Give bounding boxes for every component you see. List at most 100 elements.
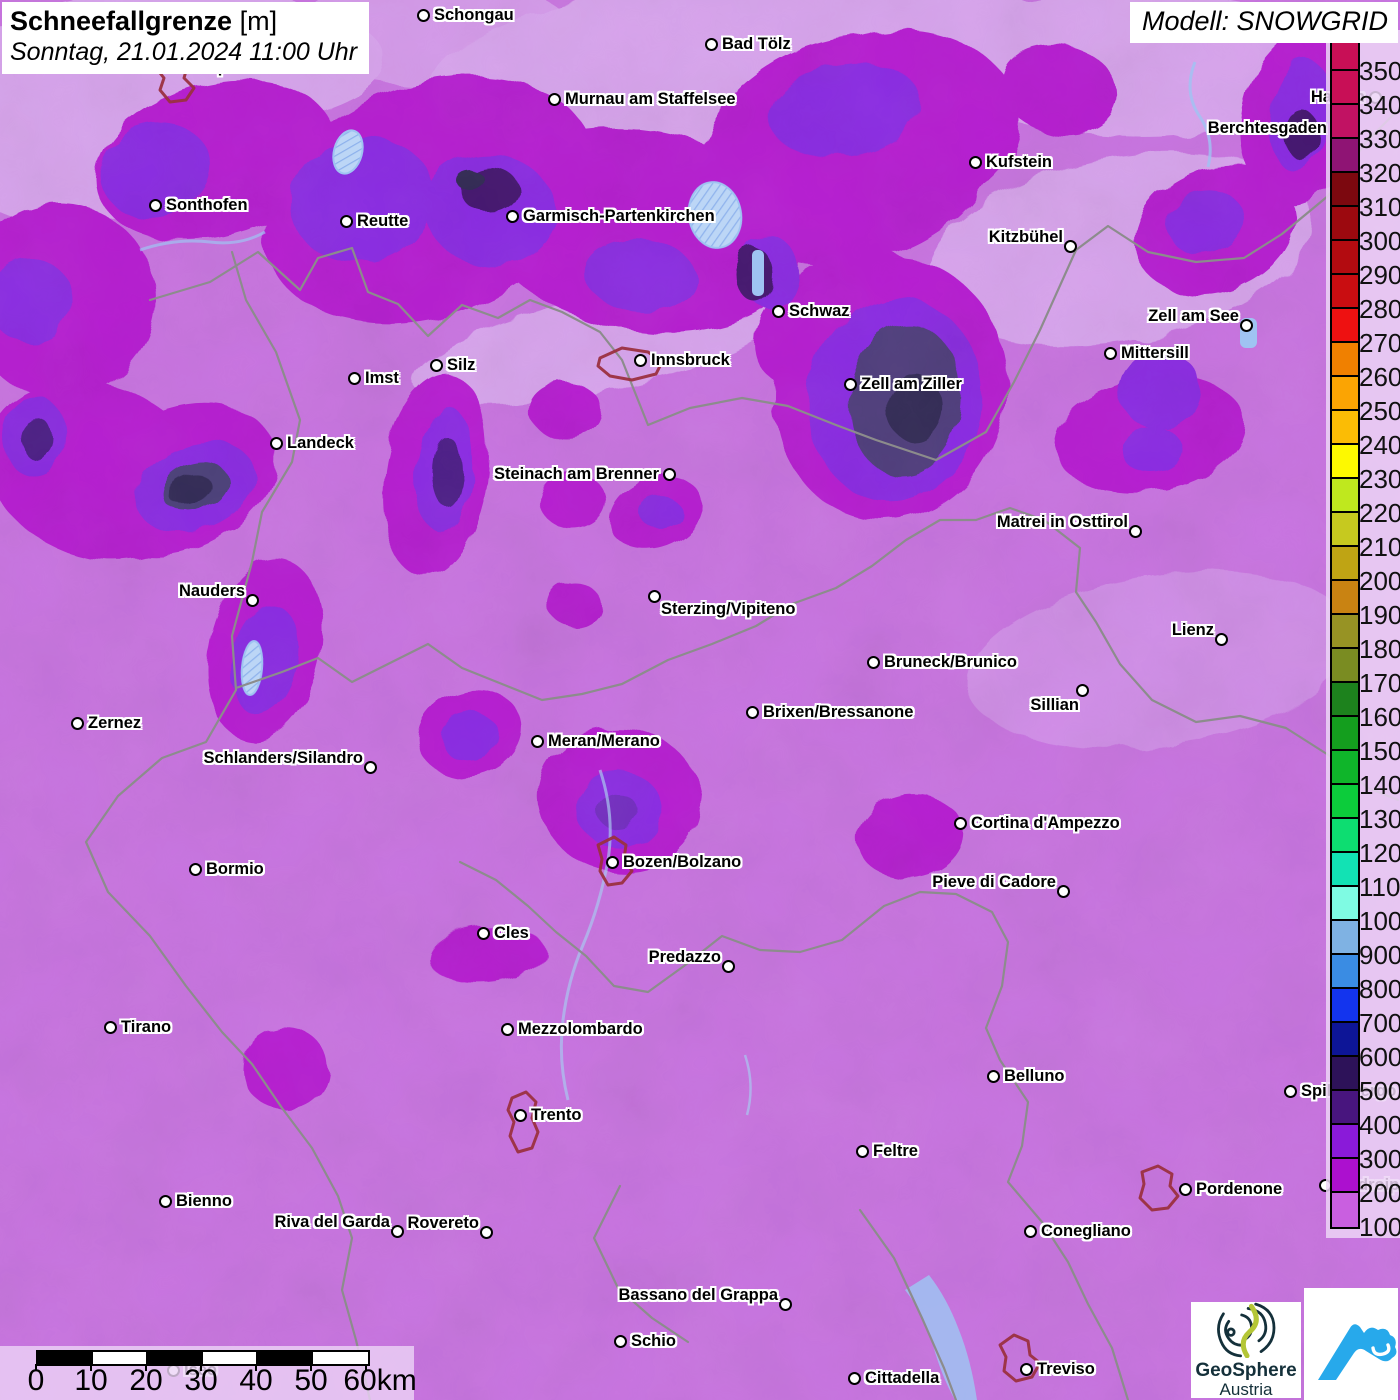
city-label: Nauders	[178, 582, 245, 600]
legend-value-1000: 1000	[1359, 906, 1400, 936]
legend-value-1600: 1600	[1359, 702, 1400, 732]
city-label: Trento	[531, 1106, 582, 1124]
city-label: Sonthofen	[166, 196, 248, 214]
legend-value-2900: 2900	[1359, 260, 1400, 290]
city-marker-dot	[246, 594, 259, 607]
legend-segment-26	[1332, 921, 1358, 955]
legend-segment-10	[1332, 377, 1358, 411]
city-label: Pordenone	[1196, 1180, 1283, 1198]
city-label: Murnau am Staffelsee	[565, 90, 736, 108]
city-label: Bienno	[176, 1192, 232, 1210]
city-label: Silz	[447, 356, 476, 374]
city-marker-dot	[104, 1021, 117, 1034]
legend-segment-22	[1332, 785, 1358, 819]
legend-segment-19	[1332, 683, 1358, 717]
legend-segment-25	[1332, 887, 1358, 921]
legend-value-2100: 2100	[1359, 532, 1400, 562]
legend-segment-24	[1332, 853, 1358, 887]
scale-label-0: 0	[27, 1364, 45, 1397]
legend-segment-9	[1332, 343, 1358, 377]
legend-value-700: 700	[1359, 1008, 1400, 1038]
legend-color-bar	[1330, 35, 1360, 1229]
city-marker-dot	[430, 359, 443, 372]
city-label: Pieve di Cadore	[932, 873, 1056, 891]
city-label: Treviso	[1037, 1360, 1095, 1378]
legend-segment-4	[1332, 173, 1358, 207]
city-label: Sillian	[1030, 696, 1079, 714]
geosphere-logo: GeoSphere Austria	[1191, 1302, 1301, 1399]
legend-segment-27	[1332, 955, 1358, 989]
city-label: Feltre	[873, 1142, 918, 1160]
legend-segment-28	[1332, 989, 1358, 1023]
legend-segment-13	[1332, 479, 1358, 513]
scale-cell-3	[203, 1352, 258, 1364]
legend-value-1300: 1300	[1359, 804, 1400, 834]
city-label: Schio	[631, 1332, 676, 1350]
city-marker-dot	[531, 735, 544, 748]
city-label: Predazzo	[648, 948, 721, 966]
legend-value-2200: 2200	[1359, 498, 1400, 528]
city-marker-dot	[514, 1109, 527, 1122]
city-marker-dot	[746, 706, 759, 719]
city-label: Bormio	[206, 860, 264, 878]
city-label: Berchtesgaden	[1207, 119, 1327, 137]
city-label: Zernez	[88, 714, 142, 732]
geosphere-logo-country: Austria	[1219, 1380, 1273, 1399]
city-marker-dot	[348, 372, 361, 385]
legend-value-3500: 3500	[1359, 56, 1400, 86]
legend-segment-12	[1332, 445, 1358, 479]
city-marker-dot	[1024, 1225, 1037, 1238]
city-label: Kufstein	[986, 153, 1052, 171]
legend-segment-16	[1332, 581, 1358, 615]
scale-cell-1	[93, 1352, 148, 1364]
scale-cell-2	[148, 1352, 203, 1364]
city-label: Steinach am Brenner	[493, 465, 659, 483]
city-marker-dot	[1020, 1363, 1033, 1376]
legend-value-2400: 2400	[1359, 430, 1400, 460]
city-label: Riva del Garda	[274, 1213, 390, 1231]
legend-value-900: 900	[1359, 940, 1400, 970]
legend-value-2000: 2000	[1359, 566, 1400, 596]
city-label: Sterzing/Vipiteno	[661, 600, 796, 618]
legend-value-3200: 3200	[1359, 158, 1400, 188]
city-label: Belluno	[1004, 1067, 1065, 1085]
legend-segment-11	[1332, 411, 1358, 445]
legend-segment-17	[1332, 615, 1358, 649]
legend-segment-21	[1332, 751, 1358, 785]
legend-value-1100: 1100	[1359, 872, 1400, 902]
city-marker-dot	[1240, 319, 1253, 332]
map-timestamp: Sonntag, 21.01.2024 11:00 Uhr	[10, 38, 358, 66]
city-marker-dot	[364, 761, 377, 774]
city-label: Bozen/Bolzano	[623, 853, 742, 871]
scale-bar: 0 10 20 30 40 50 60km	[0, 1346, 417, 1400]
legend-segment-20	[1332, 717, 1358, 751]
scale-label-30: 30	[184, 1364, 218, 1397]
city-marker-dot	[634, 354, 647, 367]
legend-value-2500: 2500	[1359, 396, 1400, 426]
legend-segment-14	[1332, 513, 1358, 547]
city-marker-dot	[987, 1070, 1000, 1083]
city-marker-dot	[1057, 885, 1070, 898]
city-marker-dot	[548, 93, 561, 106]
city-marker-dot	[954, 817, 967, 830]
city-marker-dot	[480, 1226, 493, 1239]
legend-value-1500: 1500	[1359, 736, 1400, 766]
city-marker-dot	[856, 1145, 869, 1158]
legend-segment-7	[1332, 275, 1358, 309]
city-label: Mezzolombardo	[518, 1020, 643, 1038]
city-label: Reutte	[357, 212, 409, 230]
city-marker-dot	[1064, 240, 1077, 253]
map-title-unit: [m]	[232, 6, 278, 36]
legend-segment-32	[1332, 1125, 1358, 1159]
city-label: Cittadella	[865, 1369, 940, 1387]
scale-cell-4	[258, 1352, 313, 1364]
legend-value-300: 300	[1359, 1144, 1400, 1174]
avalanche-arrow-icon	[1318, 1324, 1397, 1380]
city-label: Kitzbühel	[988, 228, 1063, 246]
legend-value-100: 100	[1359, 1212, 1400, 1242]
legend-segment-6	[1332, 241, 1358, 275]
elevation-legend: 3500 3400 3300 3200 3100 3000 2900 2800 2700 2600…	[1326, 30, 1400, 1242]
city-label: Innsbruck	[651, 351, 730, 369]
city-label: Lienz	[1171, 621, 1214, 639]
city-label: Meran/Merano	[548, 732, 660, 750]
